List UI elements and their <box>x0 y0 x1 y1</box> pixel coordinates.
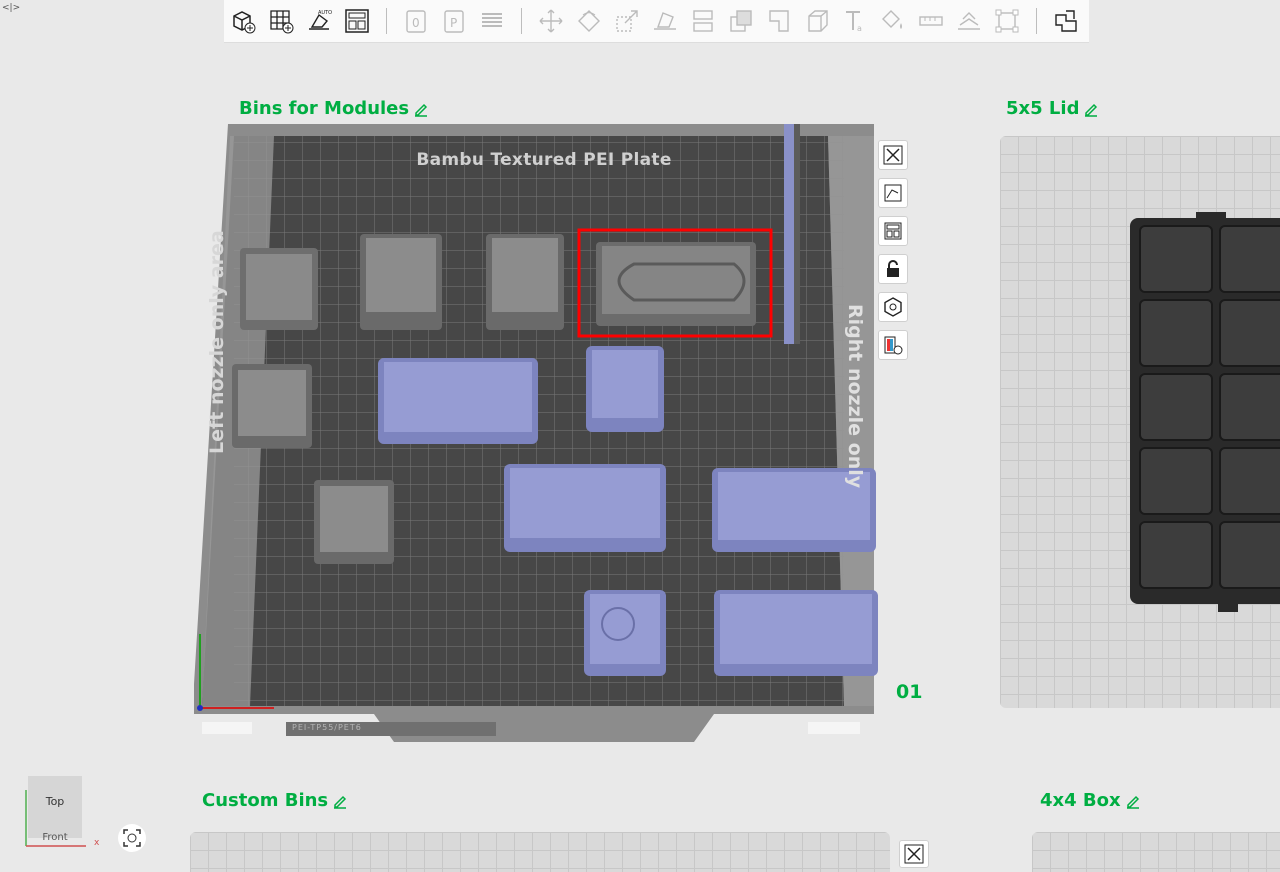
build-plate[interactable]: Bambu Textured PEI Plate Left nozzle onl… <box>194 124 894 744</box>
svg-text:AUTO: AUTO <box>318 10 332 16</box>
plate-name-bottom-left: Custom Bins <box>202 790 348 811</box>
plate-name-main: Bins for Modules <box>239 98 429 119</box>
seam-icon[interactable] <box>952 4 986 38</box>
svg-text:P: P <box>450 16 457 30</box>
edit-pencil-icon[interactable] <box>332 793 348 809</box>
close-icon[interactable] <box>899 840 929 868</box>
support-icon[interactable] <box>800 4 834 38</box>
plate-name-label: Custom Bins <box>202 790 329 811</box>
paint-icon[interactable] <box>876 4 910 38</box>
main-toolbar: AUTO 0 P a <box>224 0 1089 43</box>
view-cube[interactable]: Top Front x <box>14 768 104 858</box>
move-icon[interactable] <box>534 4 568 38</box>
plate-name-label: 4x4 Box <box>1040 790 1121 811</box>
scale-icon[interactable] <box>610 4 644 38</box>
arrange-icon[interactable] <box>340 4 374 38</box>
edit-pencil-icon[interactable] <box>1125 793 1141 809</box>
lay-on-face-icon[interactable] <box>648 4 682 38</box>
plate-title: Bambu Textured PEI Plate <box>416 150 672 170</box>
orient-plate-icon[interactable] <box>878 178 908 208</box>
plate-tools <box>878 140 908 360</box>
plate-name-label: 5x5 Lid <box>1006 98 1080 119</box>
boolean-icon[interactable] <box>724 4 758 38</box>
edit-pencil-icon[interactable] <box>1083 101 1099 117</box>
text-icon[interactable]: a <box>838 4 872 38</box>
assembly-view-icon[interactable] <box>1049 4 1083 38</box>
assemble-icon[interactable] <box>990 4 1024 38</box>
auto-orient-icon[interactable]: AUTO <box>302 4 336 38</box>
left-nozzle-label: Left nozzle only area <box>206 230 228 454</box>
right-nozzle-label: Right nozzle only <box>844 304 866 489</box>
plate-logo-text: PEI-TP55/PET6 <box>292 723 362 732</box>
lid-object[interactable] <box>1126 212 1280 616</box>
rotate-icon[interactable] <box>572 4 606 38</box>
plate-4x4-box[interactable] <box>1032 832 1280 872</box>
plate-p-icon[interactable]: P <box>437 4 471 38</box>
add-cube-icon[interactable] <box>226 4 260 38</box>
svg-text:a: a <box>857 24 862 33</box>
edit-pencil-icon[interactable] <box>413 101 429 117</box>
add-plate-icon[interactable] <box>264 4 298 38</box>
plate-name-right: 5x5 Lid <box>1006 98 1099 119</box>
filament-map-icon[interactable] <box>878 330 908 360</box>
plate-0-icon[interactable]: 0 <box>399 4 433 38</box>
collapse-toggle[interactable]: <|> <box>2 3 20 13</box>
plate-name-label: Bins for Modules <box>239 98 410 119</box>
plate-name-bottom-right: 4x4 Box <box>1040 790 1141 811</box>
svg-text:0: 0 <box>412 16 420 30</box>
settings-hex-icon[interactable] <box>878 292 908 322</box>
close-icon[interactable] <box>878 140 908 170</box>
layers-icon[interactable] <box>475 4 509 38</box>
cut-icon[interactable] <box>762 4 796 38</box>
plate-custom-bins[interactable] <box>190 832 890 872</box>
fit-view-icon[interactable] <box>118 824 146 852</box>
split-icon[interactable] <box>686 4 720 38</box>
lock-icon[interactable] <box>878 254 908 284</box>
plate-index: 01 <box>896 681 923 703</box>
arrange-plate-icon[interactable] <box>878 216 908 246</box>
axis-x-label: x <box>94 838 100 848</box>
measure-icon[interactable] <box>914 4 948 38</box>
